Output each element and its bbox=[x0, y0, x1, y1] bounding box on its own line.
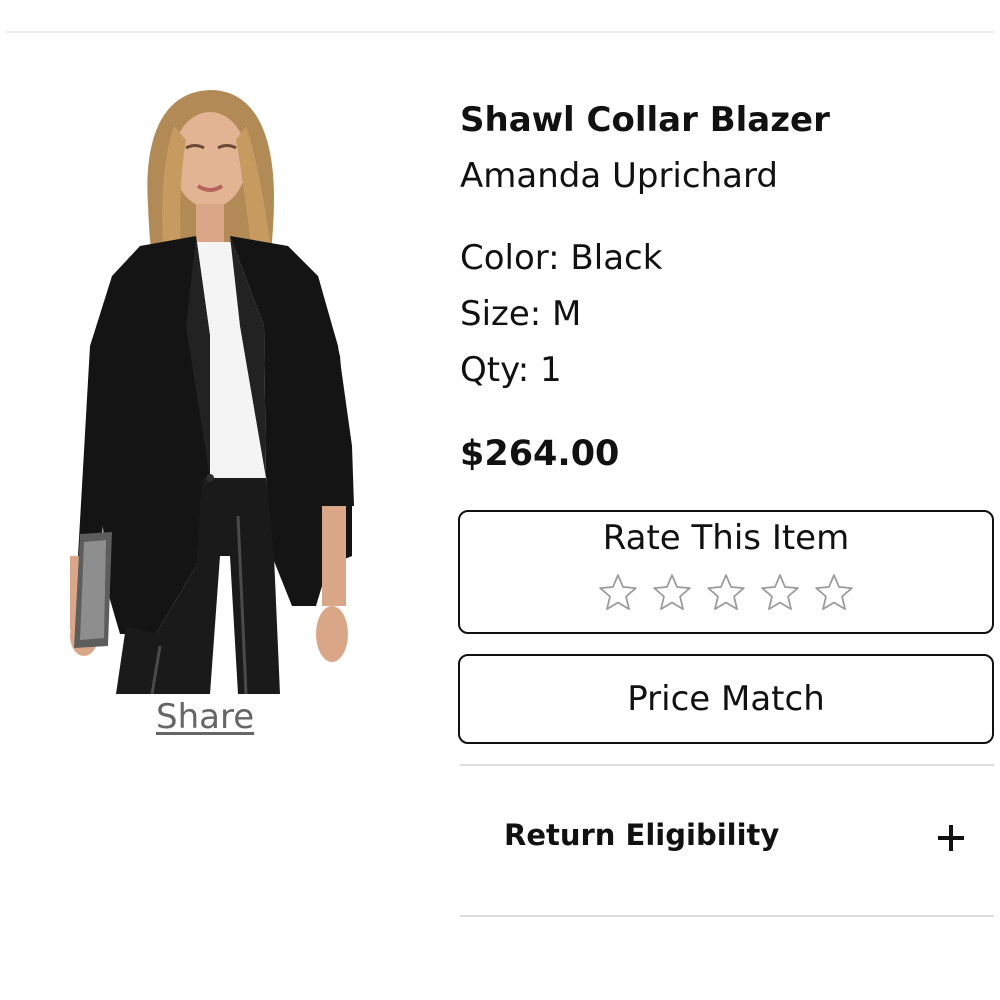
plus-icon[interactable] bbox=[938, 825, 964, 851]
divider bbox=[460, 915, 994, 917]
product-photo-illustration bbox=[60, 86, 360, 694]
divider bbox=[460, 764, 994, 766]
return-eligibility-accordion[interactable]: Return Eligibility bbox=[500, 796, 970, 884]
product-quantity: Qty: 1 bbox=[460, 350, 562, 390]
rate-item-title: Rate This Item bbox=[602, 518, 850, 558]
rate-item-panel: Rate This Item bbox=[458, 510, 994, 634]
star-outline-icon[interactable] bbox=[705, 572, 747, 614]
star-rating bbox=[460, 572, 992, 614]
return-eligibility-label: Return Eligibility bbox=[504, 818, 780, 852]
price-match-button[interactable]: Price Match bbox=[458, 654, 994, 744]
star-outline-icon[interactable] bbox=[813, 572, 855, 614]
share-link[interactable]: Share bbox=[156, 697, 254, 737]
product-color: Color: Black bbox=[460, 238, 663, 278]
star-outline-icon[interactable] bbox=[651, 572, 693, 614]
product-price: $264.00 bbox=[460, 434, 620, 474]
top-divider bbox=[6, 31, 994, 33]
product-title: Shawl Collar Blazer bbox=[460, 100, 830, 140]
product-size: Size: M bbox=[460, 294, 582, 334]
star-outline-icon[interactable] bbox=[597, 572, 639, 614]
product-image[interactable] bbox=[60, 86, 360, 694]
star-outline-icon[interactable] bbox=[759, 572, 801, 614]
brand-name[interactable]: Amanda Uprichard bbox=[460, 156, 778, 196]
